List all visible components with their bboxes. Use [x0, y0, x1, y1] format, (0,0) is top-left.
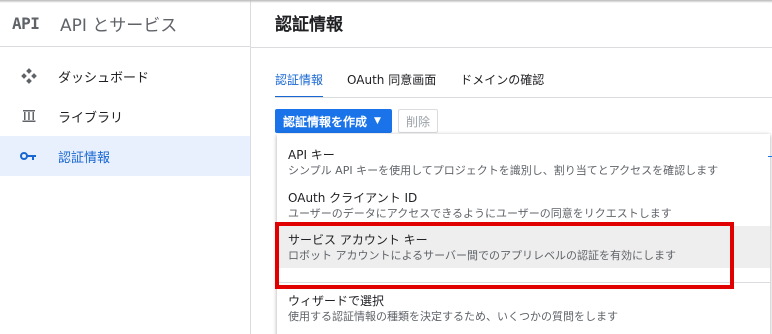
menu-item-wizard[interactable]: ウィザードで選択 使用する認証情報の種類を決定するため、いくつかの質問をします — [277, 293, 770, 324]
menu-item-title: ウィザードで選択 — [288, 294, 385, 308]
create-credentials-label: 認証情報を作成 — [283, 114, 368, 129]
api-logo: API — [12, 13, 40, 33]
dashboard-icon — [0, 68, 58, 84]
tab-oauth-consent[interactable]: OAuth 同意画面 — [347, 70, 436, 98]
sidebar-nav: ダッシュボード ライブラリ 認証情報 — [0, 56, 250, 176]
menu-item-title: OAuth クライアント ID — [288, 191, 418, 205]
edge-accent-line — [768, 156, 772, 157]
sidebar-item-dashboard[interactable]: ダッシュボード — [0, 56, 250, 96]
caret-down-icon: ▼ — [374, 116, 381, 126]
tab-credentials[interactable]: 認証情報 — [275, 70, 324, 98]
top-shadow — [0, 0, 772, 3]
sidebar-item-library[interactable]: ライブラリ — [0, 96, 250, 136]
key-icon — [0, 150, 58, 162]
sidebar-item-credentials[interactable]: 認証情報 — [0, 136, 250, 176]
menu-item-api-key[interactable]: API キー シンプル API キーを使用してプロジェクトを識別し、割り当てとア… — [277, 147, 770, 178]
menu-item-description: ユーザーのデータにアクセスできるようにユーザーの同意をリクエストします — [288, 207, 672, 220]
menu-item-description: 使用する認証情報の種類を決定するため、いくつかの質問をします — [288, 310, 618, 323]
sidebar: API API とサービス ダッシュボード ライブラリ 認証情報 — [0, 0, 251, 334]
sidebar-item-label: ライブラリ — [58, 110, 124, 126]
header-divider — [251, 47, 772, 48]
highlight-box — [275, 222, 734, 289]
create-credentials-button[interactable]: 認証情報を作成 ▼ — [275, 109, 392, 133]
menu-item-oauth-client-id[interactable]: OAuth クライアント ID ユーザーのデータにアクセスできるようにユーザーの… — [277, 190, 770, 221]
delete-button[interactable]: 削除 — [398, 109, 438, 133]
tabs-divider — [275, 97, 772, 98]
sidebar-header: API API とサービス — [0, 0, 250, 47]
library-icon — [0, 108, 58, 124]
tab-bar: 認証情報 OAuth 同意画面 ドメインの確認 — [275, 70, 544, 98]
tab-domain-verification[interactable]: ドメインの確認 — [460, 70, 544, 98]
menu-item-description: シンプル API キーを使用してプロジェクトを識別し、割り当てとアクセスを確認し… — [288, 164, 719, 177]
sidebar-item-label: 認証情報 — [58, 150, 111, 166]
sidebar-title[interactable]: API とサービス — [60, 11, 177, 36]
menu-item-title: API キー — [288, 148, 335, 162]
page-title: 認証情報 — [275, 15, 343, 35]
sidebar-item-label: ダッシュボード — [58, 70, 150, 86]
